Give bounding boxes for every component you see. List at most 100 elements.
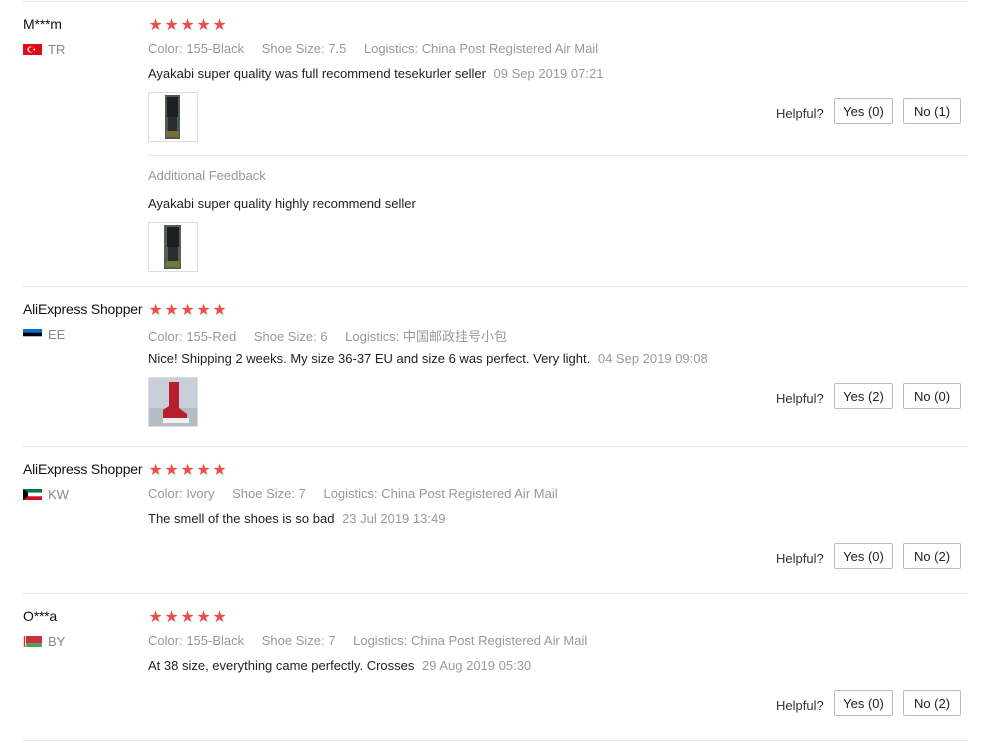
order-info: Color: 155-Red Shoe Size: 6 Logistics: 中… bbox=[148, 326, 521, 345]
size-label: Shoe Size: bbox=[232, 486, 295, 501]
reviewer-name: M***m bbox=[23, 16, 62, 32]
review-date: 09 Sep 2019 07:21 bbox=[493, 66, 604, 81]
flag-kw-icon bbox=[23, 489, 42, 500]
reviewer-country: TR bbox=[23, 42, 65, 57]
color-label: Color: bbox=[148, 486, 183, 501]
review-text-row: Nice! Shipping 2 weeks. My size 36-37 EU… bbox=[148, 351, 708, 366]
order-info: Color: 155-Black Shoe Size: 7 Logistics:… bbox=[148, 633, 601, 648]
divider bbox=[23, 286, 967, 287]
star-icon: ★ bbox=[180, 15, 195, 34]
review-text: The smell of the shoes is so bad bbox=[148, 511, 335, 526]
shoe-photo-icon bbox=[149, 378, 197, 426]
helpful-yes-button[interactable]: Yes (0) bbox=[834, 98, 893, 124]
divider bbox=[23, 740, 967, 741]
star-icon: ★ bbox=[164, 15, 179, 34]
review-text: Nice! Shipping 2 weeks. My size 36-37 EU… bbox=[148, 351, 591, 366]
reviewer-name: AliExpress Shopper bbox=[23, 301, 143, 317]
color-label: Color: bbox=[148, 329, 183, 344]
helpful-no-button[interactable]: No (2) bbox=[903, 543, 961, 569]
star-icon: ★ bbox=[196, 460, 211, 479]
star-icon: ★ bbox=[196, 300, 211, 319]
logistics-label: Logistics: bbox=[353, 633, 408, 648]
reviewer-name: AliExpress Shopper bbox=[23, 461, 143, 477]
order-info: Color: 155-Black Shoe Size: 7.5 Logistic… bbox=[148, 41, 612, 56]
star-icon: ★ bbox=[164, 607, 179, 626]
reviewer-country: BY bbox=[23, 634, 65, 649]
helpful-yes-button[interactable]: Yes (0) bbox=[834, 543, 893, 569]
flag-ee-icon bbox=[23, 329, 42, 340]
additional-feedback-text: Ayakabi super quality highly recommend s… bbox=[148, 196, 416, 211]
size-value: 7 bbox=[328, 633, 336, 648]
helpful-no-button[interactable]: No (1) bbox=[903, 98, 961, 124]
review-date: 04 Sep 2019 09:08 bbox=[597, 351, 708, 366]
reviewer-name: O***a bbox=[23, 608, 58, 624]
logistics-label: Logistics: bbox=[363, 41, 419, 56]
star-icon: ★ bbox=[212, 607, 227, 626]
size-label: Shoe Size: bbox=[253, 329, 317, 344]
star-icon: ★ bbox=[164, 460, 179, 479]
rating-stars: ★ ★ ★ ★ ★ bbox=[148, 302, 227, 318]
logistics-value: 中国邮政挂号小包 bbox=[403, 329, 508, 344]
review-photo[interactable] bbox=[148, 92, 198, 142]
divider bbox=[23, 1, 967, 2]
helpful-yes-button[interactable]: Yes (2) bbox=[834, 383, 893, 409]
size-value: 7 bbox=[298, 486, 306, 501]
star-icon: ★ bbox=[148, 15, 163, 34]
review-photo[interactable] bbox=[148, 377, 198, 427]
star-icon: ★ bbox=[180, 607, 195, 626]
star-icon: ★ bbox=[164, 300, 179, 319]
additional-review-photo[interactable] bbox=[148, 222, 198, 272]
divider bbox=[23, 593, 967, 594]
shoe-photo-icon bbox=[149, 223, 197, 271]
star-icon: ★ bbox=[196, 15, 211, 34]
star-icon: ★ bbox=[148, 460, 163, 479]
color-value: 155-Black bbox=[186, 633, 245, 648]
size-value: 6 bbox=[320, 329, 328, 344]
helpful-label: Helpful? bbox=[776, 551, 824, 566]
logistics-value: China Post Registered Air Mail bbox=[381, 486, 558, 501]
shoe-photo-icon bbox=[149, 93, 197, 141]
country-code: TR bbox=[48, 42, 66, 57]
review-date: 29 Aug 2019 05:30 bbox=[422, 658, 532, 673]
order-info: Color: Ivory Shoe Size: 7 Logistics: Chi… bbox=[148, 486, 572, 501]
star-icon: ★ bbox=[212, 300, 227, 319]
flag-tr-icon bbox=[23, 44, 42, 55]
reviewer-country: KW bbox=[23, 487, 69, 502]
color-value: 155-Black bbox=[186, 41, 245, 56]
review-text: Ayakabi super quality was full recommend… bbox=[148, 66, 486, 81]
flag-by-icon bbox=[23, 636, 42, 647]
helpful-yes-button[interactable]: Yes (0) bbox=[834, 690, 893, 716]
logistics-value: China Post Registered Air Mail bbox=[410, 633, 588, 648]
review-text: At 38 size, everything came perfectly. C… bbox=[148, 658, 415, 673]
size-label: Shoe Size: bbox=[261, 633, 325, 648]
review-text-row: At 38 size, everything came perfectly. C… bbox=[148, 658, 531, 673]
star-icon: ★ bbox=[196, 607, 211, 626]
review-text-row: The smell of the shoes is so bad 23 Jul … bbox=[148, 511, 445, 526]
additional-feedback-title: Additional Feedback bbox=[148, 168, 266, 183]
country-code: BY bbox=[48, 634, 66, 649]
rating-stars: ★ ★ ★ ★ ★ bbox=[148, 17, 227, 33]
star-icon: ★ bbox=[148, 300, 163, 319]
logistics-value: China Post Registered Air Mail bbox=[421, 41, 599, 56]
size-label: Shoe Size: bbox=[261, 41, 325, 56]
color-label: Color: bbox=[148, 633, 183, 648]
size-value: 7.5 bbox=[328, 41, 347, 56]
reviewer-country: EE bbox=[23, 327, 65, 342]
color-label: Color: bbox=[148, 41, 183, 56]
helpful-no-button[interactable]: No (0) bbox=[903, 383, 961, 409]
star-icon: ★ bbox=[180, 300, 195, 319]
divider bbox=[23, 446, 967, 447]
helpful-label: Helpful? bbox=[776, 391, 824, 406]
color-value: 155-Red bbox=[186, 329, 237, 344]
country-code: EE bbox=[48, 327, 66, 342]
star-icon: ★ bbox=[212, 15, 227, 34]
helpful-no-button[interactable]: No (2) bbox=[903, 690, 961, 716]
divider bbox=[148, 155, 967, 156]
rating-stars: ★ ★ ★ ★ ★ bbox=[148, 462, 227, 478]
logistics-label: Logistics: bbox=[323, 486, 378, 501]
helpful-label: Helpful? bbox=[776, 698, 824, 713]
country-code: KW bbox=[48, 487, 69, 502]
rating-stars: ★ ★ ★ ★ ★ bbox=[148, 609, 227, 625]
review-text-row: Ayakabi super quality was full recommend… bbox=[148, 66, 603, 81]
star-icon: ★ bbox=[212, 460, 227, 479]
